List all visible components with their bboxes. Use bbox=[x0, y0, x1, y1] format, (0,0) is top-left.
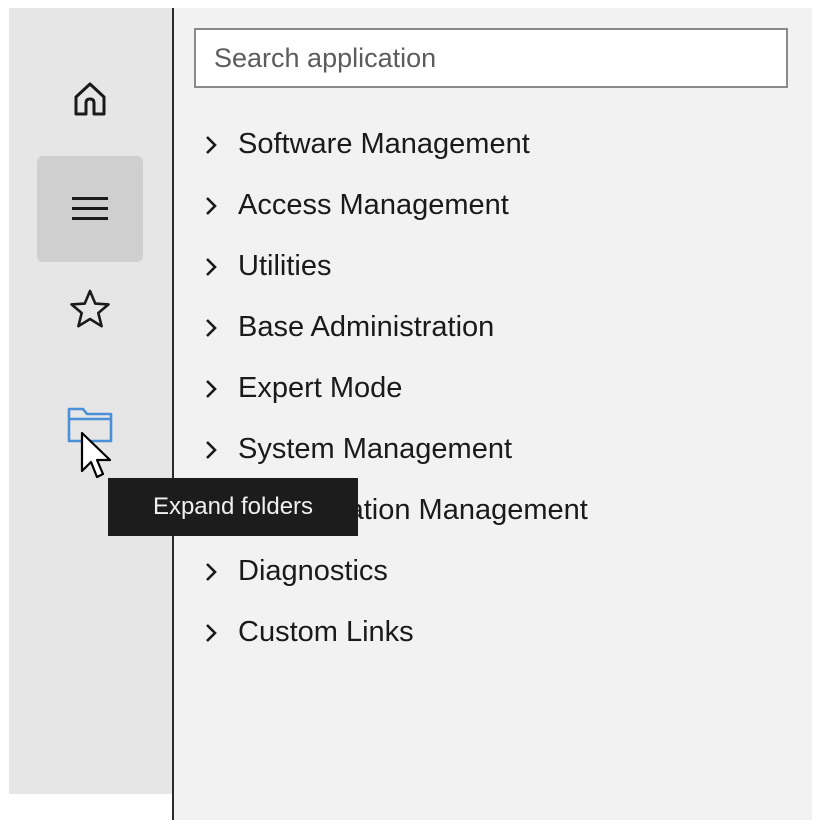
tree-item-custom-links[interactable]: Custom Links bbox=[204, 602, 588, 663]
tree-item-access-management[interactable]: Access Management bbox=[204, 175, 588, 236]
tree-item-label: Diagnostics bbox=[238, 555, 388, 587]
tree-item-diagnostics[interactable]: Diagnostics bbox=[204, 541, 588, 602]
chevron-right-icon bbox=[204, 195, 238, 217]
tree-item-label: Custom Links bbox=[238, 616, 414, 648]
menu-button[interactable] bbox=[37, 156, 143, 262]
tree-item-system-management[interactable]: System Management bbox=[204, 419, 588, 480]
tree-item-label: Base Administration bbox=[238, 311, 495, 343]
tree-item-base-administration[interactable]: Base Administration bbox=[204, 297, 588, 358]
tree-item-label: System Management bbox=[238, 433, 513, 465]
tree-item-expert-mode[interactable]: Expert Mode bbox=[204, 358, 588, 419]
chevron-right-icon bbox=[204, 439, 238, 461]
search-input[interactable] bbox=[194, 28, 788, 88]
tree-item-label: Expert Mode bbox=[238, 372, 403, 404]
chevron-right-icon bbox=[204, 134, 238, 156]
chevron-right-icon bbox=[204, 256, 238, 278]
star-icon bbox=[70, 289, 110, 328]
tree-item-software-management[interactable]: Software Management bbox=[204, 114, 588, 175]
chevron-right-icon bbox=[204, 317, 238, 339]
hamburger-menu-icon bbox=[72, 197, 108, 220]
tree-item-label: Utilities bbox=[238, 250, 332, 282]
chevron-right-icon bbox=[204, 622, 238, 644]
tooltip: Expand folders bbox=[108, 478, 358, 536]
chevron-right-icon bbox=[204, 561, 238, 583]
home-icon bbox=[74, 82, 106, 116]
tree-item-utilities[interactable]: Utilities bbox=[204, 236, 588, 297]
application-tree: Software Management Access Management Ut… bbox=[204, 114, 588, 663]
chevron-right-icon bbox=[204, 378, 238, 400]
favorites-button[interactable] bbox=[37, 256, 143, 362]
tree-item-label: Access Management bbox=[238, 189, 509, 221]
mouse-cursor-icon bbox=[80, 431, 112, 479]
tree-item-label: Software Management bbox=[238, 128, 530, 160]
home-button[interactable] bbox=[37, 46, 143, 152]
